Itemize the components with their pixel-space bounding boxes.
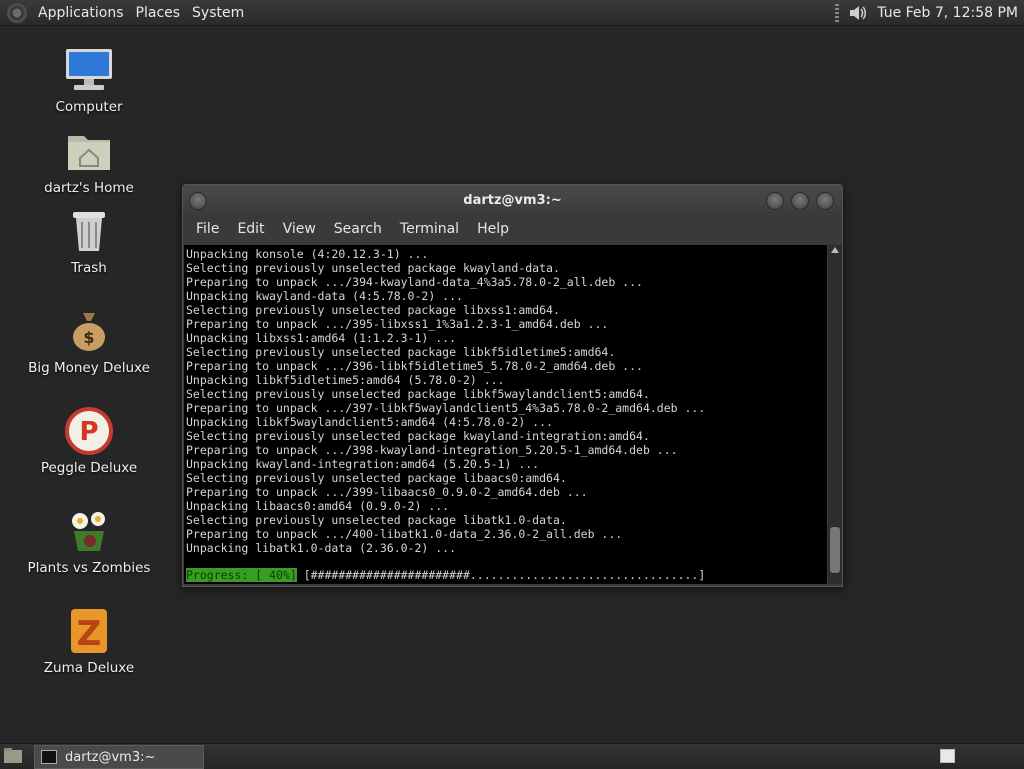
terminal-line: Unpacking libkf5idletime5:amd64 (5.78.0-… xyxy=(186,373,505,387)
desktop-icon-label: Peggle Deluxe xyxy=(40,460,138,476)
distro-logo-icon[interactable] xyxy=(6,1,28,24)
window-titlebar[interactable]: dartz@vm3:~ xyxy=(183,185,842,215)
menu-terminal[interactable]: Terminal xyxy=(391,221,468,237)
maximize-button[interactable] xyxy=(791,192,809,210)
workspace-switcher[interactable] xyxy=(940,749,955,763)
menu-help[interactable]: Help xyxy=(468,221,518,237)
close-button[interactable] xyxy=(816,192,834,210)
terminal-line: Selecting previously unselected package … xyxy=(186,513,567,527)
desktop-icon-zuma[interactable]: Z Zuma Deluxe xyxy=(14,606,164,676)
terminal-window: dartz@vm3:~ File Edit View Search Termin… xyxy=(182,184,843,587)
progress-bar: [#######################................… xyxy=(296,568,706,582)
trash-icon xyxy=(73,212,105,251)
terminal-lines: Unpacking konsole (4:20.12.3-1) ... Selec… xyxy=(184,245,827,555)
window-title: dartz@vm3:~ xyxy=(463,193,562,208)
places-menu[interactable]: Places xyxy=(130,5,187,21)
terminal-line: Selecting previously unselected package … xyxy=(186,471,567,485)
desktop-icon-label: Big Money Deluxe xyxy=(28,360,150,376)
terminal-line: Unpacking libxss1:amd64 (1:1.2.3-1) ... xyxy=(186,331,457,345)
desktop-icon-computer[interactable]: Computer xyxy=(14,45,164,115)
desktop-icon-big-money[interactable]: $ Big Money Deluxe xyxy=(14,306,164,376)
plants-icon xyxy=(72,512,105,551)
task-label: dartz@vm3:~ xyxy=(65,749,156,765)
terminal-line: Unpacking libaacs0:amd64 (0.9.0-2) ... xyxy=(186,499,450,513)
computer-icon xyxy=(66,49,112,90)
progress-label: Progress: [ 40%] xyxy=(186,568,297,582)
home-folder-icon xyxy=(68,136,110,170)
terminal-line: Unpacking konsole (4:20.12.3-1) ... xyxy=(186,247,429,261)
panel-tray: Tue Feb 7, 12:58 PM xyxy=(835,0,1024,25)
desktop-icon-plants[interactable]: Plants vs Zombies xyxy=(14,506,164,576)
volume-icon[interactable] xyxy=(847,3,869,23)
desktop-icon-label: Trash xyxy=(71,260,107,276)
menu-edit[interactable]: Edit xyxy=(228,221,273,237)
menu-view[interactable]: View xyxy=(274,221,325,237)
terminal-line: Preparing to unpack .../398-kwayland-int… xyxy=(186,443,678,457)
desktop-icon-peggle[interactable]: P Peggle Deluxe xyxy=(14,406,164,476)
menu-file[interactable]: File xyxy=(187,221,228,237)
progress-row: Progress: [ 40%] [######################… xyxy=(186,568,705,582)
zuma-icon: Z xyxy=(71,609,107,654)
top-panel: Applications Places System Tue Feb 7, 12… xyxy=(0,0,1024,26)
scroll-up-icon[interactable] xyxy=(831,247,839,253)
applications-menu[interactable]: Applications xyxy=(32,5,130,21)
system-menu[interactable]: System xyxy=(186,5,250,21)
desktop-icon-label: Plants vs Zombies xyxy=(27,560,151,576)
scroll-thumb[interactable] xyxy=(830,527,840,573)
desktop-icon-trash[interactable]: Trash xyxy=(14,206,164,276)
terminal-line: Preparing to unpack .../396-libkf5idleti… xyxy=(186,359,643,373)
terminal-output[interactable]: Unpacking konsole (4:20.12.3-1) ... Selec… xyxy=(184,245,827,584)
panel-handle-icon[interactable] xyxy=(835,3,840,22)
terminal-line: Unpacking kwayland-data (4:5.78.0-2) ... xyxy=(186,289,463,303)
money-bag-icon: $ xyxy=(73,313,105,351)
terminal-line: Preparing to unpack .../400-libatk1.0-da… xyxy=(186,527,623,541)
window-menubar: File Edit View Search Terminal Help xyxy=(183,215,842,243)
minimize-button[interactable] xyxy=(766,192,784,210)
desktop-icon-label: Zuma Deluxe xyxy=(43,660,135,676)
taskbar-terminal-button[interactable]: dartz@vm3:~ xyxy=(34,745,204,769)
terminal-line: Selecting previously unselected package … xyxy=(186,303,560,317)
peggle-icon: P xyxy=(65,407,113,455)
terminal-line: Preparing to unpack .../399-libaacs0_0.9… xyxy=(186,485,588,499)
svg-text:$: $ xyxy=(83,328,94,347)
bottom-panel: dartz@vm3:~ xyxy=(0,743,1024,769)
terminal-line: Selecting previously unselected package … xyxy=(186,429,650,443)
terminal-icon xyxy=(41,750,57,764)
svg-text:Z: Z xyxy=(77,614,102,654)
terminal-line: Selecting previously unselected package … xyxy=(186,261,560,275)
terminal-scrollbar[interactable] xyxy=(828,245,842,584)
terminal-line: Preparing to unpack .../397-libkf5waylan… xyxy=(186,401,706,415)
desktop-icon-home[interactable]: dartz's Home xyxy=(14,126,164,196)
svg-text:P: P xyxy=(79,417,98,447)
terminal-line: Unpacking libkf5waylandclient5:amd64 (4:… xyxy=(186,415,553,429)
terminal-line: Unpacking kwayland-integration:amd64 (5.… xyxy=(186,457,540,471)
desktop-icon-label: dartz's Home xyxy=(44,180,134,196)
show-desktop-icon[interactable] xyxy=(3,747,23,765)
terminal-line: Selecting previously unselected package … xyxy=(186,387,650,401)
menu-search[interactable]: Search xyxy=(325,221,391,237)
terminal-line: Unpacking libatk1.0-data (2.36.0-2) ... xyxy=(186,541,457,555)
desktop-icon-label: Computer xyxy=(55,99,123,115)
terminal-line: Preparing to unpack .../394-kwayland-dat… xyxy=(186,275,643,289)
clock[interactable]: Tue Feb 7, 12:58 PM xyxy=(877,5,1018,21)
terminal-line: Selecting previously unselected package … xyxy=(186,345,616,359)
terminal-line: Preparing to unpack .../395-libxss1_1%3a… xyxy=(186,317,609,331)
